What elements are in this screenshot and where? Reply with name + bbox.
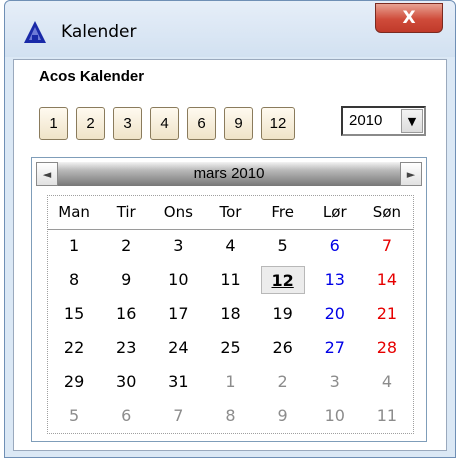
day-cell-next-month[interactable]: 11 — [361, 399, 413, 433]
day-cell[interactable]: 19 — [257, 297, 309, 331]
day-cell[interactable]: 29 — [48, 365, 100, 399]
day-cell[interactable]: 15 — [48, 297, 100, 331]
week-row: 1 2 3 4 5 6 7 — [48, 229, 413, 263]
day-cell[interactable]: 24 — [152, 331, 204, 365]
day-cell-next-month[interactable]: 4 — [361, 365, 413, 399]
weekday-sun: Søn — [372, 203, 402, 221]
week-row: 15 16 17 18 19 20 21 — [48, 297, 413, 331]
chevron-down-icon[interactable]: ▼ — [401, 109, 423, 133]
day-cell[interactable]: 17 — [152, 297, 204, 331]
day-cell[interactable]: 10 — [152, 263, 204, 297]
week-row: 5 6 7 8 9 10 11 — [48, 399, 413, 433]
day-cell-next-month[interactable]: 9 — [257, 399, 309, 433]
day-cell[interactable]: 21 — [361, 297, 413, 331]
day-cell[interactable]: 28 — [361, 331, 413, 365]
calendar-window: Kalender X Acos Kalender 1 2 3 4 6 9 12 … — [4, 0, 456, 458]
day-cell[interactable]: 27 — [309, 331, 361, 365]
today-value: 12 — [260, 266, 305, 294]
day-cell-next-month[interactable]: 1 — [204, 365, 256, 399]
day-cell[interactable]: 4 — [204, 229, 256, 263]
year-select[interactable]: 2010 ▼ — [341, 106, 426, 136]
months-9-button[interactable]: 9 — [224, 107, 253, 140]
day-cell-next-month[interactable]: 2 — [257, 365, 309, 399]
months-3-button[interactable]: 3 — [113, 107, 142, 140]
day-cell[interactable]: 20 — [309, 297, 361, 331]
day-cell[interactable]: 3 — [152, 229, 204, 263]
day-cell[interactable]: 1 — [48, 229, 100, 263]
day-cell[interactable]: 25 — [204, 331, 256, 365]
close-icon: X — [402, 8, 416, 28]
close-button[interactable]: X — [375, 3, 443, 33]
day-cell[interactable]: 18 — [204, 297, 256, 331]
day-cell[interactable]: 5 — [257, 229, 309, 263]
window-title: Kalender — [61, 22, 137, 42]
day-grid: Man Tir Ons Tor Fre Lør Søn 1 2 3 4 5 6 … — [47, 195, 414, 434]
weekday-tue: Tir — [116, 203, 136, 221]
year-value: 2010 — [349, 112, 383, 129]
day-cell[interactable]: 16 — [100, 297, 152, 331]
months-6-button[interactable]: 6 — [187, 107, 216, 140]
months-2-button[interactable]: 2 — [76, 107, 105, 140]
day-cell-next-month[interactable]: 6 — [100, 399, 152, 433]
day-cell[interactable]: 6 — [309, 229, 361, 263]
panel-heading: Acos Kalender — [39, 68, 145, 85]
day-cell[interactable]: 31 — [152, 365, 204, 399]
weekday-mon: Man — [58, 203, 90, 221]
day-cell[interactable]: 9 — [100, 263, 152, 297]
months-12-button[interactable]: 12 — [261, 107, 295, 140]
day-cell[interactable]: 2 — [100, 229, 152, 263]
day-cell[interactable]: 23 — [100, 331, 152, 365]
day-cell[interactable]: 26 — [257, 331, 309, 365]
day-cell-next-month[interactable]: 5 — [48, 399, 100, 433]
weekday-fri: Fre — [271, 203, 294, 221]
day-cell[interactable]: 14 — [361, 263, 413, 297]
weekday-sat: Lør — [322, 203, 347, 221]
month-label: mars 2010 — [193, 165, 265, 182]
next-month-button[interactable]: ► — [400, 162, 422, 186]
weekday-thu: Tor — [219, 203, 242, 221]
calendar-panel: Acos Kalender 1 2 3 4 6 9 12 2010 ▼ ◄ ma… — [13, 59, 447, 451]
week-row: 8 9 10 11 12 13 14 — [48, 263, 413, 297]
week-row: 29 30 31 1 2 3 4 — [48, 365, 413, 399]
today-cell[interactable]: 12 — [257, 263, 309, 297]
day-cell[interactable]: 22 — [48, 331, 100, 365]
day-cell-next-month[interactable]: 3 — [309, 365, 361, 399]
weekday-header: Man Tir Ons Tor Fre Lør Søn — [48, 196, 413, 230]
month-calendar: ◄ mars 2010 ► Man Tir Ons Tor Fre Lør Sø… — [31, 157, 427, 442]
months-4-button[interactable]: 4 — [150, 107, 179, 140]
day-cell-next-month[interactable]: 7 — [152, 399, 204, 433]
day-cell-next-month[interactable]: 8 — [204, 399, 256, 433]
title-bar[interactable]: Kalender X — [5, 1, 455, 57]
day-cell[interactable]: 13 — [309, 263, 361, 297]
calendar-header: ◄ mars 2010 ► — [36, 162, 422, 186]
day-cell[interactable]: 7 — [361, 229, 413, 263]
week-row: 22 23 24 25 26 27 28 — [48, 331, 413, 365]
chevron-right-icon: ► — [406, 167, 416, 181]
day-cell-next-month[interactable]: 10 — [309, 399, 361, 433]
day-cell[interactable]: 11 — [204, 263, 256, 297]
app-logo-icon — [24, 21, 46, 43]
day-cell[interactable]: 30 — [100, 365, 152, 399]
day-cell[interactable]: 8 — [48, 263, 100, 297]
weekday-wed: Ons — [163, 203, 193, 221]
months-1-button[interactable]: 1 — [39, 107, 68, 140]
